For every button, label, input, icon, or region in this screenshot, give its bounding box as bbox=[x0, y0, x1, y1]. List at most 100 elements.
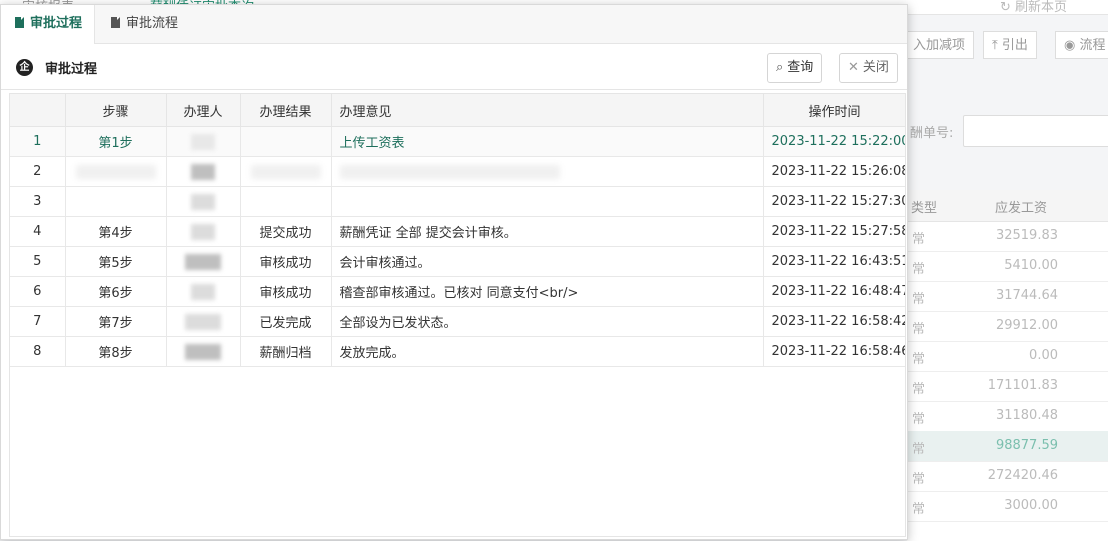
redacted-name bbox=[191, 223, 215, 240]
query-button[interactable]: ⌕ 查询 bbox=[767, 53, 823, 83]
row-handler bbox=[166, 186, 241, 217]
row-time: 2023-11-22 16:58:46 bbox=[763, 336, 905, 367]
row-handler bbox=[166, 156, 241, 187]
row-time: 2023-11-22 16:48:47 bbox=[763, 276, 905, 307]
table-row[interactable]: 5 第5步 审核成功 会计审核通过。 2023-11-22 16:43:51 bbox=[10, 246, 905, 277]
table-header-row: 步骤 办理人 办理结果 办理意见 操作时间 bbox=[10, 94, 905, 127]
company-logo-icon: 企 bbox=[16, 59, 33, 76]
background-grid-header: 类型 应发工资 bbox=[907, 190, 1108, 222]
table-row[interactable]: 6 第6步 审核成功 稽查部审核通过。已核对 同意支付<br/> 2023-11… bbox=[10, 276, 905, 307]
row-time: 2023-11-22 15:22:00 bbox=[763, 126, 905, 157]
tab-approval-flow[interactable]: 审批流程 bbox=[97, 5, 190, 43]
add-deduct-button[interactable]: 入加减项 bbox=[904, 31, 975, 59]
row-opinion: 全部设为已发状态。 bbox=[331, 306, 764, 337]
table-row[interactable]: 4 第4步 提交成功 薪酬凭证 全部 提交会计审核。 2023-11-22 15… bbox=[10, 216, 905, 247]
col-step[interactable]: 步骤 bbox=[65, 94, 167, 127]
row-time: 2023-11-22 15:27:58 bbox=[763, 216, 905, 247]
redacted-name bbox=[185, 253, 221, 270]
row-result: 已发完成 bbox=[240, 306, 332, 337]
table-row[interactable]: 常 3000.00 bbox=[907, 491, 1108, 522]
row-index: 7 bbox=[10, 306, 66, 337]
row-opinion: 发放完成。 bbox=[331, 336, 764, 367]
eye-icon: ◉ bbox=[1064, 38, 1080, 53]
grid-header-type: 类型 bbox=[911, 201, 938, 216]
approval-table: 步骤 办理人 办理结果 办理意见 操作时间 1 第1步 上传工资表 2023-1… bbox=[10, 94, 905, 367]
row-result: 提交成功 bbox=[240, 216, 332, 247]
flow-button[interactable]: ◉ 流程 bbox=[1055, 31, 1108, 59]
redacted-name bbox=[191, 193, 215, 210]
row-time: 2023-11-22 15:27:30 bbox=[763, 186, 905, 217]
export-icon: ⤒ bbox=[992, 38, 1002, 53]
col-result[interactable]: 办理结果 bbox=[240, 94, 332, 127]
row-time: 2023-11-22 16:43:51 bbox=[763, 246, 905, 277]
row-result bbox=[240, 126, 332, 157]
row-opinion: 会计审核通过。 bbox=[331, 246, 764, 277]
row-opinion bbox=[331, 186, 764, 217]
approval-dialog: 审批过程 审批流程 企 审批过程 ⌕ 查询 ✕ 关闭 步骤 办理人 办理结果 办… bbox=[0, 4, 908, 540]
col-opinion[interactable]: 办理意见 bbox=[331, 94, 764, 127]
row-index: 1 bbox=[10, 126, 66, 157]
row-step bbox=[65, 156, 167, 187]
row-handler bbox=[166, 216, 241, 247]
row-index: 4 bbox=[10, 216, 66, 247]
table-row[interactable]: 常 32519.83 bbox=[907, 221, 1108, 252]
document-icon bbox=[15, 17, 24, 28]
table-row[interactable]: 常 272420.46 bbox=[907, 461, 1108, 492]
table-row-selected[interactable]: 常 98877.59 bbox=[907, 431, 1108, 462]
row-time: 2023-11-22 15:26:08 bbox=[763, 156, 905, 187]
document-icon bbox=[111, 17, 120, 28]
grid-header-amount: 应发工资 bbox=[995, 201, 1048, 216]
row-opinion: 稽查部审核通过。已核对 同意支付<br/> bbox=[331, 276, 764, 307]
dialog-tab-bar: 审批过程 审批流程 bbox=[1, 5, 907, 44]
row-opinion bbox=[331, 156, 764, 187]
col-handler[interactable]: 办理人 bbox=[166, 94, 241, 127]
row-time: 2023-11-22 16:58:42 bbox=[763, 306, 905, 337]
row-step: 第5步 bbox=[65, 246, 167, 277]
row-index: 6 bbox=[10, 276, 66, 307]
table-row[interactable]: 常 31744.64 bbox=[907, 281, 1108, 312]
row-handler bbox=[166, 306, 241, 337]
approval-table-container: 步骤 办理人 办理结果 办理意见 操作时间 1 第1步 上传工资表 2023-1… bbox=[9, 93, 906, 537]
redacted-name bbox=[185, 313, 221, 330]
background-grid: 类型 应发工资 常 32519.83 常 5410.00 常 31744.64 常 29… bbox=[907, 190, 1108, 541]
row-step: 第8步 bbox=[65, 336, 167, 367]
redacted-name bbox=[191, 133, 215, 150]
salary-no-label: 酬单号: bbox=[910, 126, 954, 141]
panel-title: 审批过程 bbox=[45, 62, 98, 77]
row-index: 2 bbox=[10, 156, 66, 187]
refresh-link[interactable]: ↻ 刷新本页 bbox=[1000, 0, 1067, 15]
panel-header: 企 审批过程 ⌕ 查询 ✕ 关闭 bbox=[1, 45, 907, 90]
col-index bbox=[10, 94, 66, 127]
export-button[interactable]: ⤒ 引出 bbox=[983, 31, 1037, 59]
row-index: 8 bbox=[10, 336, 66, 367]
table-row[interactable]: 常 171101.83 bbox=[907, 371, 1108, 402]
row-handler bbox=[166, 246, 241, 277]
row-step: 第1步 bbox=[65, 126, 167, 157]
row-step: 第6步 bbox=[65, 276, 167, 307]
close-button[interactable]: ✕ 关闭 bbox=[839, 53, 898, 83]
redacted-text bbox=[75, 164, 156, 179]
table-row[interactable]: 常 29912.00 bbox=[907, 311, 1108, 342]
redacted-text bbox=[250, 164, 321, 179]
table-row[interactable]: 8 第8步 薪酬归档 发放完成。 2023-11-22 16:58:46 bbox=[10, 336, 905, 367]
row-handler bbox=[166, 336, 241, 367]
table-row[interactable]: 2 2023-11-22 15:26:08 bbox=[10, 156, 905, 187]
row-result: 审核成功 bbox=[240, 276, 332, 307]
close-icon: ✕ bbox=[848, 60, 859, 75]
row-step bbox=[65, 186, 167, 217]
row-handler bbox=[166, 126, 241, 157]
row-opinion: 薪酬凭证 全部 提交会计审核。 bbox=[331, 216, 764, 247]
col-time[interactable]: 操作时间 bbox=[763, 94, 905, 127]
table-row[interactable]: 3 2023-11-22 15:27:30 bbox=[10, 186, 905, 217]
table-row[interactable]: 7 第7步 已发完成 全部设为已发状态。 2023-11-22 16:58:42 bbox=[10, 306, 905, 337]
redacted-name bbox=[191, 163, 215, 180]
tab-approval-process[interactable]: 审批过程 bbox=[1, 5, 96, 44]
salary-no-input[interactable] bbox=[963, 115, 1108, 147]
row-step: 第7步 bbox=[65, 306, 167, 337]
table-row[interactable]: 常 0.00 bbox=[907, 341, 1108, 372]
row-result: 薪酬归档 bbox=[240, 336, 332, 367]
table-row[interactable]: 常 31180.48 bbox=[907, 401, 1108, 432]
table-row[interactable]: 1 第1步 上传工资表 2023-11-22 15:22:00 bbox=[10, 126, 905, 157]
table-row[interactable]: 常 5410.00 bbox=[907, 251, 1108, 282]
row-index: 3 bbox=[10, 186, 66, 217]
